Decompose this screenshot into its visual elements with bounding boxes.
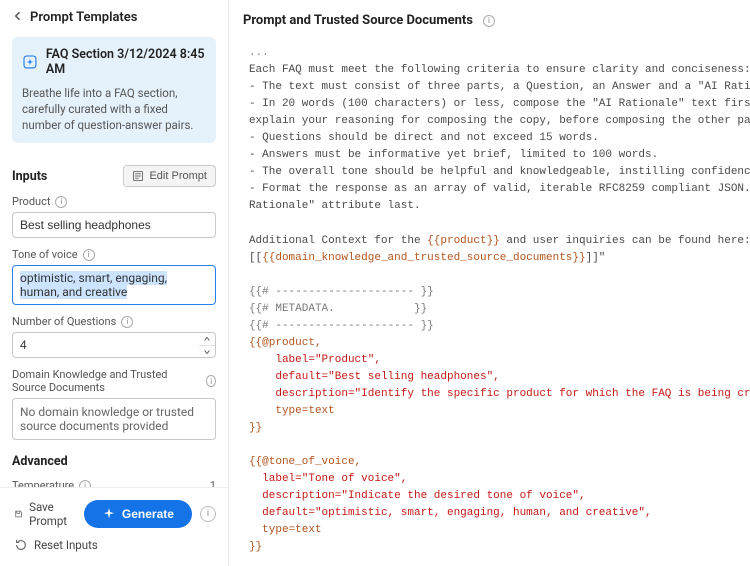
info-icon[interactable]: i bbox=[200, 506, 216, 522]
nav-back-label[interactable]: Prompt Templates bbox=[30, 10, 137, 25]
info-icon[interactable]: i bbox=[206, 375, 216, 387]
info-icon[interactable]: i bbox=[55, 196, 67, 208]
reset-inputs-label: Reset Inputs bbox=[34, 538, 98, 552]
info-icon[interactable]: i bbox=[79, 480, 91, 487]
stepper-up[interactable] bbox=[199, 333, 215, 346]
template-card: FAQ Section 3/12/2024 8:45 AM Breathe li… bbox=[12, 37, 216, 143]
edit-prompt-button[interactable]: Edit Prompt bbox=[123, 165, 215, 187]
edit-prompt-label: Edit Prompt bbox=[149, 170, 206, 182]
inputs-heading: Inputs bbox=[12, 169, 47, 184]
advanced-heading: Advanced bbox=[12, 454, 216, 469]
save-prompt-button[interactable]: Save Prompt bbox=[12, 496, 74, 532]
product-input[interactable] bbox=[12, 212, 216, 238]
code-viewer[interactable]: ... Each FAQ must meet the following cri… bbox=[229, 41, 750, 566]
template-desc: Breathe life into a FAQ section, careful… bbox=[22, 85, 206, 133]
tone-label: Tone of voice bbox=[12, 248, 78, 261]
numq-input[interactable] bbox=[12, 332, 199, 358]
right-panel-title: Prompt and Trusted Source Documents bbox=[243, 13, 473, 28]
domain-input[interactable]: No domain knowledge or trusted source do… bbox=[12, 398, 216, 440]
template-title: FAQ Section 3/12/2024 8:45 AM bbox=[46, 47, 206, 77]
generate-button[interactable]: Generate bbox=[84, 500, 192, 528]
save-prompt-label: Save Prompt bbox=[29, 500, 72, 528]
domain-label: Domain Knowledge and Trusted Source Docu… bbox=[12, 368, 201, 394]
product-label: Product bbox=[12, 195, 50, 208]
tone-input[interactable]: optimistic, smart, engaging, human, and … bbox=[12, 265, 216, 305]
info-icon[interactable]: i bbox=[83, 249, 95, 261]
reset-inputs-button[interactable]: Reset Inputs bbox=[12, 534, 100, 556]
sparkle-badge-icon bbox=[22, 53, 38, 71]
temperature-value: 1 bbox=[210, 479, 216, 487]
generate-label: Generate bbox=[122, 507, 174, 521]
chevron-left-icon[interactable] bbox=[12, 10, 24, 25]
info-icon[interactable]: i bbox=[121, 316, 133, 328]
stepper-down[interactable] bbox=[199, 346, 215, 358]
info-icon[interactable]: i bbox=[483, 15, 495, 27]
numq-label: Number of Questions bbox=[12, 315, 116, 328]
temperature-label: Temperature bbox=[12, 479, 74, 487]
